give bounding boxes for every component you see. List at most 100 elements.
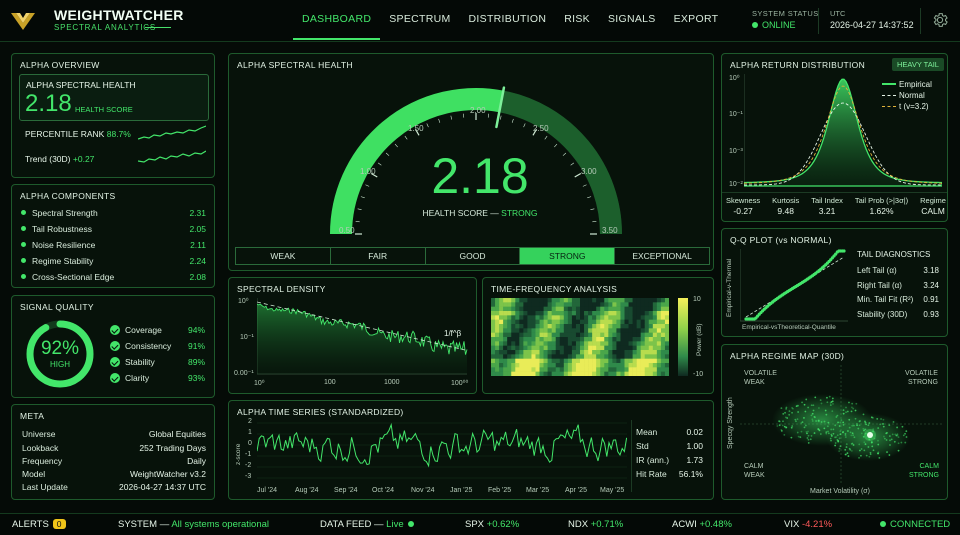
spectrogram-cell	[628, 367, 633, 372]
spectrogram-cell	[491, 354, 496, 359]
spectrogram-cell	[584, 306, 589, 312]
spectrogram-cell	[503, 332, 508, 338]
spectrogram-cell	[624, 337, 629, 342]
spectrogram-cell	[555, 337, 561, 342]
spectrogram-cell	[555, 363, 561, 368]
spectrogram-cell	[519, 341, 524, 346]
bullet-icon	[21, 226, 26, 231]
spectrogram-cell	[575, 337, 581, 342]
spectrogram-cell	[535, 315, 540, 320]
spectrogram-cell	[491, 298, 496, 303]
gear-icon[interactable]	[931, 11, 949, 29]
gauge-caption: HEALTH SCORE — STRONG	[395, 208, 565, 218]
spectrogram-cell	[584, 341, 589, 346]
spectrogram-cell	[511, 371, 516, 376]
return-distribution-panel: ALPHA RETURN DISTRIBUTION 10⁰ 10⁻¹ 10⁻³ …	[721, 53, 948, 222]
spectrogram-cell	[531, 367, 536, 372]
spectrogram-cell	[636, 367, 641, 372]
spectrogram-cell	[511, 319, 516, 325]
spectrogram-cell	[527, 328, 532, 333]
spectrogram-cell	[563, 298, 569, 303]
panel-title: ALPHA TIME SERIES (STANDARDIZED)	[237, 407, 404, 417]
ticker-change: +0.62%	[486, 519, 520, 530]
spectrogram-cell	[624, 345, 629, 351]
regime-point	[888, 454, 891, 456]
spectrogram-cell	[656, 358, 662, 364]
spectrogram-cell	[559, 337, 565, 342]
spectrogram-cell	[636, 319, 641, 325]
regime-point	[879, 423, 882, 426]
spectrogram-cell	[596, 319, 601, 325]
spectrogram-cell	[660, 354, 666, 359]
spectrogram-cell	[507, 332, 512, 338]
regime-point	[847, 430, 849, 432]
nav-signals[interactable]: SIGNALS	[599, 0, 665, 40]
logo-icon	[11, 13, 35, 30]
spectrogram-cell	[624, 319, 629, 325]
spectrogram-cell	[563, 367, 569, 372]
spectrogram-cell	[499, 341, 504, 346]
spectrogram-cell	[491, 332, 496, 338]
spectrogram-cell	[503, 363, 508, 368]
spectrogram-cell	[596, 354, 601, 359]
spectrogram-cell	[644, 341, 650, 346]
spectrogram-cell	[608, 367, 613, 372]
trend-label-text: Trend (30D)	[25, 154, 71, 164]
data-feed-status: DATA FEED — Live	[320, 519, 418, 530]
spectrogram-cell	[660, 367, 666, 372]
spectrogram-cell	[628, 311, 633, 316]
spectrogram-cell	[495, 324, 500, 329]
time-series-chart	[257, 422, 627, 479]
nav-spectrum[interactable]: SPECTRUM	[380, 0, 459, 40]
alerts-indicator[interactable]: ALERTS 0	[12, 519, 66, 530]
spectrogram-cell	[571, 298, 577, 303]
legend-swatch-icon	[882, 106, 896, 107]
spectrogram-cell	[491, 319, 496, 325]
regime-map-panel: ALPHA REGIME MAP (30D) VOLATILE WEAK VOLA…	[721, 344, 948, 500]
component-value: 2.31	[189, 208, 206, 218]
nav-export[interactable]: EXPORT	[665, 0, 728, 40]
spectrogram-cell	[620, 367, 625, 372]
spectrogram-cell	[567, 311, 573, 316]
nav-distribution[interactable]: DISTRIBUTION	[460, 0, 556, 40]
spectrogram-cell	[519, 350, 524, 355]
spectrogram-cell	[608, 350, 613, 355]
spectrogram-cell	[640, 332, 646, 338]
ts-x-tick: Apr '25	[565, 487, 587, 494]
spectrogram-cell	[527, 306, 532, 312]
ts-y-tick: -3	[245, 473, 252, 480]
regime-point	[834, 444, 837, 447]
regime-point	[831, 410, 834, 413]
spectrogram-cell	[636, 358, 641, 364]
nav-risk[interactable]: RISK	[555, 0, 599, 40]
spectrogram-cell	[543, 337, 548, 342]
ts-stat-label: Std	[636, 441, 649, 451]
regime-point	[877, 427, 880, 429]
spectrogram-cell	[539, 306, 544, 312]
spectrogram-cell	[620, 311, 625, 316]
spectrogram-cell	[624, 341, 629, 346]
spectrogram-cell	[648, 319, 654, 325]
spectrogram-cell	[507, 315, 512, 320]
spectrogram-cell	[555, 341, 561, 346]
gauge-tick	[582, 184, 587, 187]
quality-label: Consistency	[125, 341, 172, 351]
spectrogram-cell	[580, 311, 585, 316]
regime-point	[827, 432, 830, 435]
spectrogram-cell	[495, 363, 500, 368]
spectrogram-cell	[571, 371, 577, 376]
spectrogram-cell	[491, 311, 496, 316]
spectrogram-cell	[535, 332, 540, 338]
regime-point	[867, 446, 870, 448]
spectrogram-cell	[656, 319, 662, 325]
nav-dashboard[interactable]: DASHBOARD	[293, 0, 381, 40]
header-divider	[920, 8, 921, 34]
legend-label: Normal	[899, 91, 925, 100]
spectrogram-cell	[636, 350, 641, 355]
spectrogram-cell	[519, 319, 524, 325]
spectrogram-cell	[543, 341, 548, 346]
spectrogram-cell	[507, 371, 512, 376]
quadrant-line: CALM	[919, 463, 939, 470]
dist-stat: Skewness -0.27	[726, 196, 760, 216]
spectrogram-cell	[640, 354, 646, 359]
